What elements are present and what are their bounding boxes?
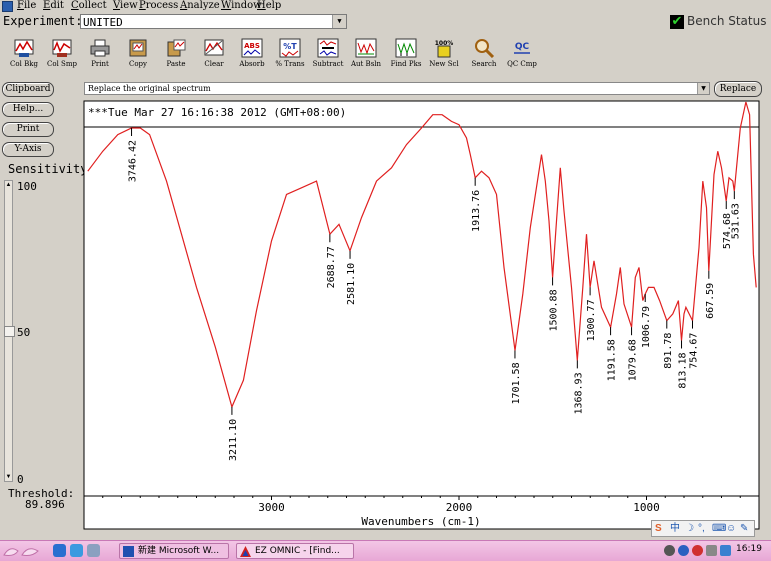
- peak-label: 813.18: [678, 353, 689, 389]
- tray-app-icon[interactable]: [720, 545, 731, 556]
- peak-label: 3211.10: [228, 419, 239, 461]
- quicklaunch-desktop-icon[interactable]: [87, 544, 100, 557]
- peak-label: 754.67: [689, 333, 700, 369]
- peak-label: 891.78: [663, 333, 674, 369]
- ime-logo-icon[interactable]: S: [655, 522, 662, 535]
- quicklaunch-browser-icon[interactable]: [53, 544, 66, 557]
- x-axis-label: Wavenumbers (cm-1): [361, 515, 480, 528]
- peak-label: 2581.10: [346, 263, 357, 305]
- ime-user-icon[interactable]: ☺: [726, 522, 736, 535]
- peak-label: 1701.58: [511, 362, 522, 404]
- peak-label: 1913.76: [471, 190, 482, 232]
- tray-network-icon[interactable]: [664, 545, 675, 556]
- x-tick-label: 2000: [446, 501, 473, 514]
- peak-label: 1300.77: [586, 299, 597, 341]
- ime-keyboard-icon[interactable]: ⌨: [712, 522, 726, 535]
- start-button[interactable]: [0, 543, 46, 559]
- tray-antivirus-icon[interactable]: [692, 545, 703, 556]
- taskbar-item-word[interactable]: 新建 Microsoft W...: [119, 543, 229, 559]
- tray-volume-icon[interactable]: [706, 545, 717, 556]
- quicklaunch-ie-icon[interactable]: [70, 544, 83, 557]
- peak-label: 1191.58: [607, 339, 618, 381]
- tray-security-icon[interactable]: [678, 545, 689, 556]
- peak-label: 2688.77: [326, 246, 337, 288]
- word-document-icon: [123, 546, 134, 557]
- taskbar-item-omnic[interactable]: EZ OMNIC - [Find...: [236, 543, 354, 559]
- x-tick-label: 3000: [258, 501, 285, 514]
- peak-label: 531.63: [730, 203, 741, 239]
- plot-area: [83, 100, 760, 497]
- ime-settings-icon[interactable]: ✎: [740, 522, 748, 535]
- spectrum-plot[interactable]: ***Tue Mar 27 16:16:38 2012 (GMT+08:00) …: [0, 0, 771, 560]
- peak-label: 3746.42: [128, 140, 139, 182]
- peak-label: 1006.79: [641, 306, 652, 348]
- taskbar: 新建 Microsoft W... EZ OMNIC - [Find... 16…: [0, 540, 771, 561]
- ime-toolbar[interactable]: S 中 ☽ °, ⌨ ☺ ✎: [651, 520, 755, 537]
- ime-punctuation-icon[interactable]: °,: [698, 522, 705, 535]
- ime-moon-icon[interactable]: ☽: [685, 522, 694, 535]
- peak-label: 1079.68: [628, 339, 639, 381]
- peak-label: 1368.93: [573, 372, 584, 414]
- plot-header-timestamp: ***Tue Mar 27 16:16:38 2012 (GMT+08:00): [88, 106, 346, 119]
- peak-label: 667.59: [705, 283, 716, 319]
- taskbar-clock: 16:19: [736, 544, 762, 554]
- peak-label: 1500.88: [549, 289, 560, 331]
- x-tick-label: 1000: [633, 501, 660, 514]
- omnic-app-icon: [240, 546, 251, 557]
- ime-chinese-mode-icon[interactable]: 中: [670, 522, 680, 535]
